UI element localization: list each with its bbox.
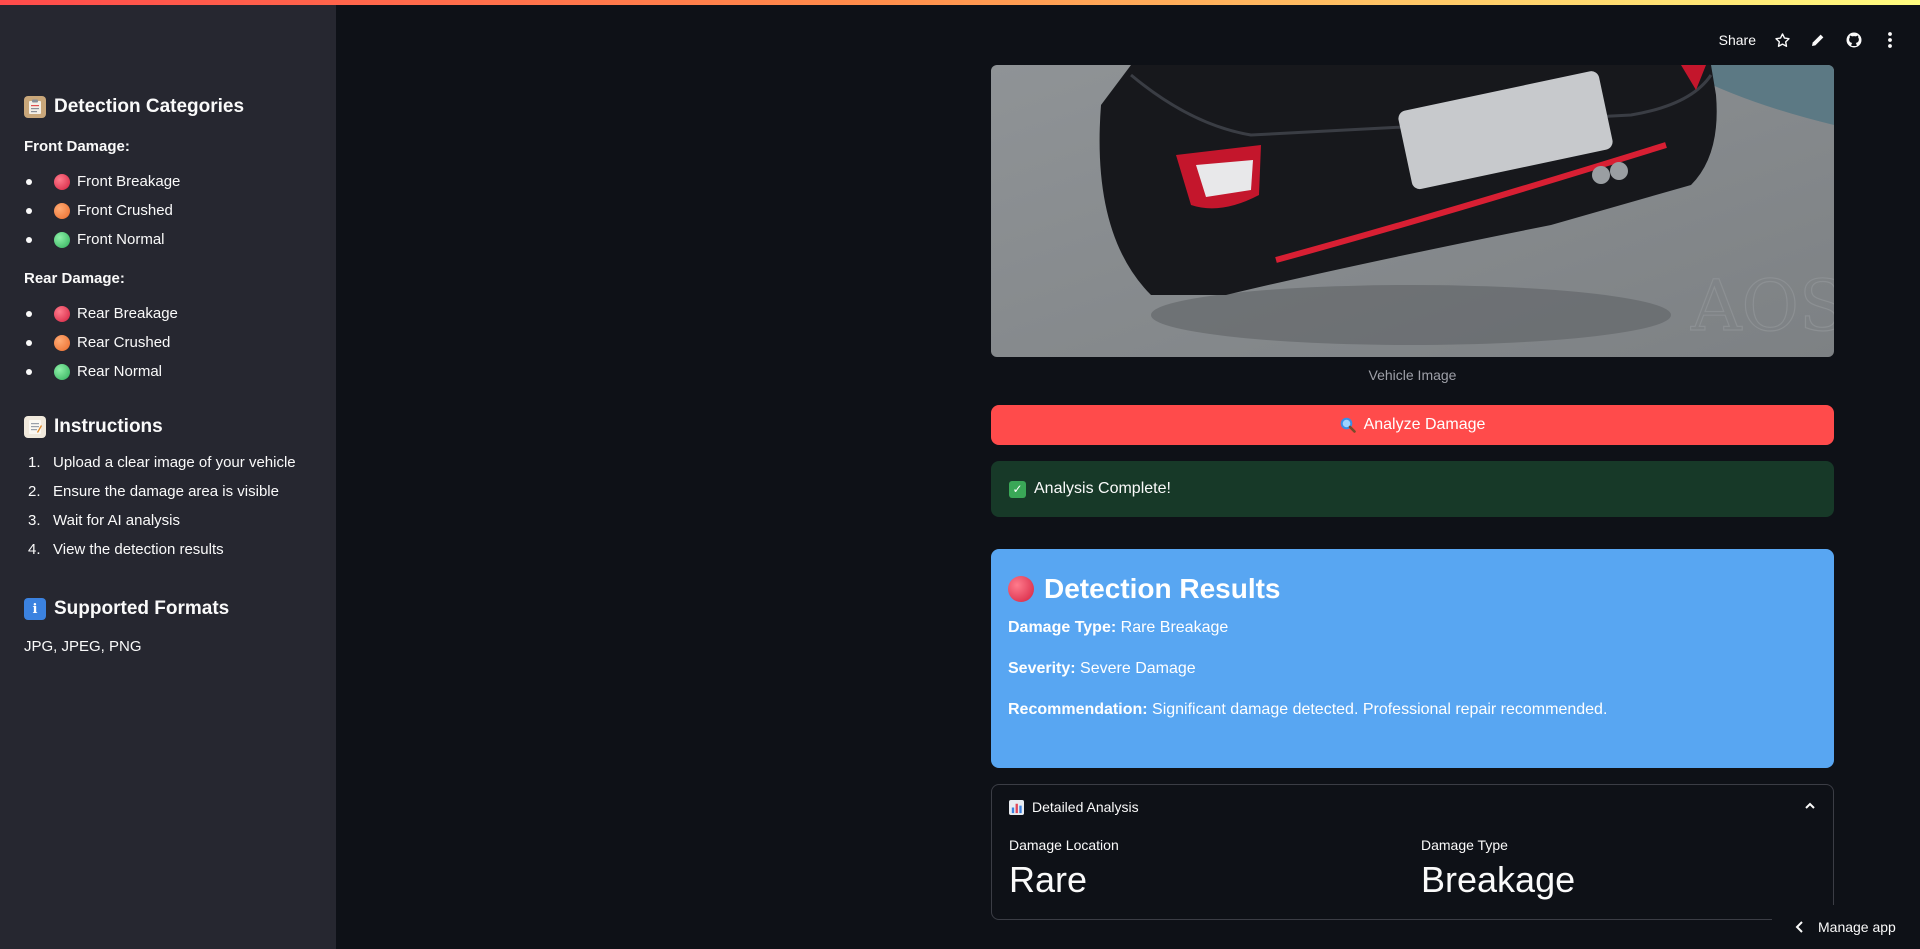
formats-text: JPG, JPEG, PNG (24, 638, 142, 655)
metric-value: Breakage (1421, 859, 1576, 900)
severity-label: Severity: (1008, 660, 1076, 677)
instruction-text: Wait for AI analysis (53, 512, 180, 529)
image-watermark: AOS (1690, 265, 1834, 347)
metric-label: Damage Location (1009, 837, 1119, 853)
instruction-text: Ensure the damage area is visible (53, 483, 279, 500)
metric-damage-location: Damage Location Rare (1009, 837, 1119, 901)
metric-value: Rare (1009, 859, 1088, 900)
github-icon[interactable] (1844, 28, 1864, 52)
category-label: Front Crushed (77, 202, 173, 219)
detailed-analysis-expander: Detailed Analysis Damage Location Rare D… (991, 784, 1834, 920)
list-item-rear-crushed: Rear Crushed (24, 328, 314, 357)
sidebar-content: Detection Categories Front Damage: Front… (24, 96, 314, 655)
green-circle-icon (54, 231, 70, 248)
chevron-up-icon[interactable] (1803, 799, 1817, 813)
rear-damage-heading: Rear Damage: (24, 270, 125, 287)
instruction-number: 4. (28, 541, 41, 558)
list-item-rear-breakage: Rear Breakage (24, 299, 314, 328)
orange-circle-icon (54, 334, 70, 351)
expander-header[interactable]: Detailed Analysis (1009, 799, 1139, 815)
analyze-damage-button[interactable]: Analyze Damage (991, 405, 1834, 445)
bullet (26, 368, 32, 375)
bar-chart-icon (1009, 799, 1024, 815)
category-label: Rear Breakage (77, 305, 178, 322)
analyze-button-label: Analyze Damage (1363, 416, 1486, 433)
results-heading: Detection Results (1008, 573, 1817, 605)
instructions-title: Instructions (54, 416, 163, 437)
red-circle-icon (1008, 576, 1034, 602)
magnifier-icon (1340, 417, 1356, 433)
red-circle-icon (54, 173, 70, 190)
instruction-item: 3. Wait for AI analysis (24, 506, 314, 535)
list-item-front-breakage: Front Breakage (24, 167, 314, 196)
front-damage-heading: Front Damage: (24, 138, 130, 155)
category-label: Rear Crushed (77, 334, 171, 351)
list-item-front-crushed: Front Crushed (24, 196, 314, 225)
check-mark-icon: ✓ (1009, 480, 1026, 498)
categories-heading: Detection Categories (24, 96, 314, 118)
recommendation-label: Recommendation: (1008, 701, 1148, 718)
detection-results-card: Detection Results Damage Type: Rare Brea… (991, 549, 1834, 768)
front-damage-list: Front Breakage Front Crushed Front Norma… (24, 167, 314, 254)
image-caption: Vehicle Image (1368, 367, 1457, 383)
recommendation-line: Recommendation: Significant damage detec… (1008, 701, 1817, 719)
list-item-front-normal: Front Normal (24, 225, 314, 254)
edit-pencil-icon[interactable] (1808, 28, 1828, 52)
results-title: Detection Results (1044, 573, 1281, 604)
bullet (26, 310, 32, 317)
metric-damage-type: Damage Type Breakage (1421, 837, 1575, 901)
green-circle-icon (54, 363, 70, 380)
instruction-item: 1. Upload a clear image of your vehicle (24, 448, 314, 477)
list-item-rear-normal: Rear Normal (24, 357, 314, 386)
expander-title: Detailed Analysis (1032, 799, 1139, 815)
red-circle-icon (54, 305, 70, 322)
more-menu-icon[interactable] (1880, 28, 1900, 52)
vehicle-image: AOS (991, 65, 1834, 357)
categories-title: Detection Categories (54, 96, 245, 117)
orange-circle-icon (54, 202, 70, 219)
formats-heading: i Supported Formats (24, 598, 314, 620)
category-label: Front Normal (77, 231, 165, 248)
top-decoration-bar (0, 0, 1920, 5)
bullet (26, 207, 32, 214)
info-icon: i (24, 598, 46, 620)
metric-label: Damage Type (1421, 837, 1508, 853)
bullet (26, 236, 32, 243)
damage-type-line: Damage Type: Rare Breakage (1008, 619, 1817, 637)
severity-line: Severity: Severe Damage (1008, 660, 1817, 678)
severity-value: Severe Damage (1080, 660, 1196, 677)
instructions-heading: Instructions (24, 416, 314, 438)
instruction-text: Upload a clear image of your vehicle (53, 454, 296, 471)
sidebar: Detection Categories Front Damage: Front… (0, 0, 336, 949)
instructions-list: 1. Upload a clear image of your vehicle 2… (24, 448, 314, 564)
manage-app-button[interactable]: Manage app (1772, 905, 1920, 949)
category-label: Rear Normal (77, 363, 163, 380)
instruction-number: 1. (28, 454, 41, 471)
star-icon[interactable] (1772, 28, 1792, 52)
instruction-item: 2. Ensure the damage area is visible (24, 477, 314, 506)
manage-app-label: Manage app (1818, 919, 1896, 935)
memo-icon (24, 416, 46, 438)
instruction-text: View the detection results (53, 541, 224, 558)
rear-damage-list: Rear Breakage Rear Crushed Rear Normal (24, 299, 314, 386)
instruction-item: 4. View the detection results (24, 535, 314, 564)
share-button[interactable]: Share (1719, 32, 1756, 48)
damage-type-label: Damage Type: (1008, 619, 1117, 636)
instruction-number: 2. (28, 483, 41, 500)
success-message: Analysis Complete! (1034, 480, 1171, 497)
success-alert: ✓ Analysis Complete! (991, 461, 1834, 517)
formats-title: Supported Formats (54, 598, 230, 619)
bullet (26, 178, 32, 185)
category-label: Front Breakage (77, 173, 181, 190)
main-content: AOS Vehicle Image Analyze Damage ✓ Analy… (991, 65, 1834, 920)
clipboard-icon (24, 96, 46, 118)
damage-type-value: Rare Breakage (1120, 619, 1229, 636)
recommendation-value: Significant damage detected. Professiona… (1152, 701, 1608, 718)
app-toolbar: Share (1719, 28, 1900, 52)
bullet (26, 339, 32, 346)
instruction-number: 3. (28, 512, 41, 529)
chevron-left-icon (1795, 921, 1803, 933)
